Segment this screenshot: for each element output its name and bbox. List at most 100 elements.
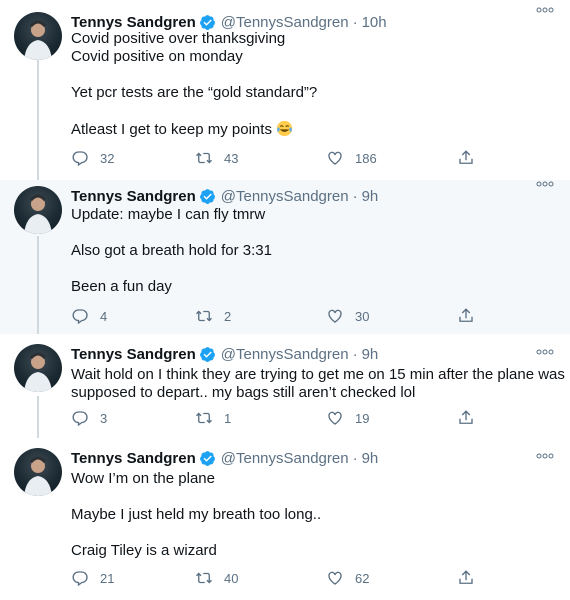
reply-button[interactable]: 4	[71, 306, 107, 326]
share-icon	[459, 308, 473, 322]
separator-dot: ·	[352, 13, 358, 31]
timestamp[interactable]: 9h	[362, 188, 379, 205]
tears-of-joy-emoji-icon	[276, 120, 293, 137]
share-button[interactable]	[457, 148, 475, 168]
tweet-header: Tennys Sandgren @TennysSandgren · 10h	[71, 12, 387, 32]
tweet-line: Yet pcr tests are the “gold standard”?	[71, 84, 318, 101]
tweet-line: Atleast I get to keep my points	[71, 120, 556, 139]
author-handle[interactable]: @TennysSandgren	[221, 346, 349, 363]
heart-icon	[328, 309, 342, 323]
tweet-line: Maybe I just held my breath too long..	[71, 506, 322, 523]
tweet-line: Wait hold on I think they are trying to …	[71, 366, 565, 383]
verified-badge-icon	[199, 450, 215, 466]
tweet-header: Tennys Sandgren @TennysSandgren · 9h	[71, 448, 378, 468]
reply-icon	[72, 411, 88, 427]
more-options-icon[interactable]	[536, 180, 554, 188]
tweet-line: Covid positive on monday	[71, 48, 243, 65]
like-button[interactable]: 186	[326, 148, 377, 168]
tweet-line: Also got a breath hold for 3:31	[71, 242, 272, 259]
timestamp[interactable]: 10h	[362, 14, 387, 31]
tweet-line: Wow I’m on the plane	[71, 470, 215, 487]
like-button[interactable]: 30	[326, 306, 369, 326]
reply-button[interactable]: 21	[71, 568, 114, 588]
tweet-line: Covid positive over thanksgiving	[71, 30, 286, 47]
tweet-actions: 32 43 186	[71, 148, 491, 168]
author-name[interactable]: Tennys Sandgren	[71, 346, 196, 363]
reply-button[interactable]: 32	[71, 148, 114, 168]
tweet-header: Tennys Sandgren @TennysSandgren · 9h	[71, 186, 378, 206]
avatar[interactable]	[14, 344, 62, 392]
retweet-button[interactable]: 43	[195, 148, 238, 168]
retweet-count: 1	[224, 410, 232, 426]
author-handle[interactable]: @TennysSandgren	[221, 188, 349, 205]
tweet-text: Update: maybe I can fly tmrw Also got a …	[71, 206, 556, 296]
retweet-icon	[196, 152, 212, 164]
verified-badge-icon	[199, 14, 215, 30]
like-count: 19	[355, 410, 370, 426]
reply-icon	[72, 309, 88, 325]
tweet-3[interactable]: Tennys Sandgren @TennysSandgren · 9h Wai…	[0, 334, 570, 438]
retweet-icon	[196, 310, 212, 322]
reply-button[interactable]: 3	[71, 408, 107, 428]
tweet-4[interactable]: Tennys Sandgren @TennysSandgren · 9h Wow…	[0, 438, 570, 600]
tweet-header: Tennys Sandgren @TennysSandgren · 9h	[71, 344, 378, 364]
reply-count: 32	[100, 150, 115, 166]
verified-badge-icon	[199, 188, 215, 204]
more-options-icon[interactable]	[536, 348, 554, 356]
heart-icon	[328, 411, 342, 425]
retweet-button[interactable]: 2	[195, 306, 231, 326]
retweet-count: 2	[224, 308, 232, 324]
more-options-icon[interactable]	[536, 452, 554, 460]
share-icon	[459, 410, 473, 424]
thread-connector	[37, 396, 39, 438]
like-count: 186	[355, 150, 377, 166]
tweet-text: Wait hold on I think they are trying to …	[71, 366, 565, 402]
tweet-thread: Tennys Sandgren @TennysSandgren · 10h Co…	[0, 0, 570, 600]
author-name[interactable]: Tennys Sandgren	[71, 14, 196, 31]
tweet-1[interactable]: Tennys Sandgren @TennysSandgren · 10h Co…	[0, 0, 570, 180]
like-count: 30	[355, 308, 370, 324]
heart-icon	[328, 151, 342, 165]
timestamp[interactable]: 9h	[362, 346, 379, 363]
thread-connector	[37, 236, 39, 334]
like-button[interactable]: 19	[326, 408, 369, 428]
avatar[interactable]	[14, 186, 62, 234]
author-name[interactable]: Tennys Sandgren	[71, 188, 196, 205]
separator-dot: ·	[352, 187, 358, 205]
more-options-icon[interactable]	[536, 6, 554, 14]
verified-badge-icon	[199, 346, 215, 362]
separator-dot: ·	[352, 345, 358, 363]
tweet-line: Craig Tiley is a wizard	[71, 542, 217, 559]
retweet-count: 40	[224, 570, 239, 586]
author-name[interactable]: Tennys Sandgren	[71, 450, 196, 467]
share-button[interactable]	[457, 568, 475, 588]
tweet-actions: 3 1 19	[71, 408, 491, 428]
reply-count: 21	[100, 570, 115, 586]
tweet-actions: 21 40 62	[71, 568, 491, 588]
reply-icon	[72, 571, 88, 587]
reply-icon	[72, 151, 88, 167]
author-handle[interactable]: @TennysSandgren	[221, 14, 349, 31]
timestamp[interactable]: 9h	[362, 450, 379, 467]
thread-connector	[37, 56, 39, 180]
tweet-2[interactable]: Tennys Sandgren @TennysSandgren · 9h Upd…	[0, 180, 570, 334]
share-button[interactable]	[457, 408, 475, 428]
like-button[interactable]: 62	[326, 568, 369, 588]
separator-dot: ·	[352, 449, 358, 467]
heart-icon	[328, 571, 342, 585]
avatar[interactable]	[14, 448, 62, 496]
tweet-text: Wow I’m on the plane Maybe I just held m…	[71, 470, 556, 560]
avatar[interactable]	[14, 12, 62, 60]
share-button[interactable]	[457, 306, 475, 326]
tweet-line: Been a fun day	[71, 278, 172, 295]
tweet-line: supposed to depart.. my bags still aren’…	[71, 384, 416, 401]
author-handle[interactable]: @TennysSandgren	[221, 450, 349, 467]
retweet-button[interactable]: 1	[195, 408, 231, 428]
retweet-button[interactable]: 40	[195, 568, 238, 588]
tweet-text: Covid positive over thanksgiving Covid p…	[71, 30, 556, 139]
